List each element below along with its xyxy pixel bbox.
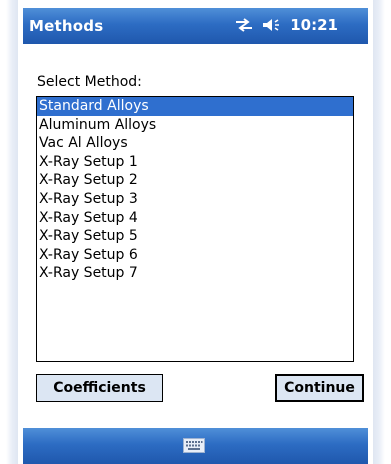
status-area: 10:21 xyxy=(234,16,338,34)
connectivity-icon[interactable] xyxy=(234,17,254,33)
continue-button[interactable]: Continue xyxy=(275,374,364,402)
list-item[interactable]: X-Ray Setup 3 xyxy=(37,190,353,209)
list-item[interactable]: X-Ray Setup 7 xyxy=(37,264,353,283)
window-title: Methods xyxy=(29,17,104,35)
methods-listbox[interactable]: Standard Alloys Aluminum Alloys Vac Al All… xyxy=(36,96,354,362)
list-item[interactable]: Standard Alloys xyxy=(37,97,353,116)
title-bar: Methods 10:21 xyxy=(23,8,368,44)
select-method-label: Select Method: xyxy=(37,74,142,90)
right-bezel xyxy=(373,0,391,464)
list-item[interactable]: X-Ray Setup 1 xyxy=(37,153,353,172)
list-item[interactable]: Aluminum Alloys xyxy=(37,116,353,135)
list-item[interactable]: Vac Al Alloys xyxy=(37,134,353,153)
clock[interactable]: 10:21 xyxy=(290,16,338,34)
content-area: Select Method: Standard Alloys Aluminum A… xyxy=(23,44,368,428)
device-frame: Methods 10:21 Select Method: Standard Al… xyxy=(0,0,391,464)
left-bezel xyxy=(0,0,18,464)
list-item[interactable]: X-Ray Setup 4 xyxy=(37,209,353,228)
device-screen: Methods 10:21 Select Method: Standard Al… xyxy=(23,8,368,464)
menu-bar xyxy=(23,428,368,464)
coefficients-button[interactable]: Coefficients xyxy=(36,374,163,402)
list-item[interactable]: X-Ray Setup 6 xyxy=(37,246,353,265)
list-item[interactable]: X-Ray Setup 5 xyxy=(37,227,353,246)
list-item[interactable]: X-Ray Setup 2 xyxy=(37,171,353,190)
keyboard-icon[interactable] xyxy=(183,438,205,453)
speaker-icon[interactable] xyxy=(262,17,282,33)
